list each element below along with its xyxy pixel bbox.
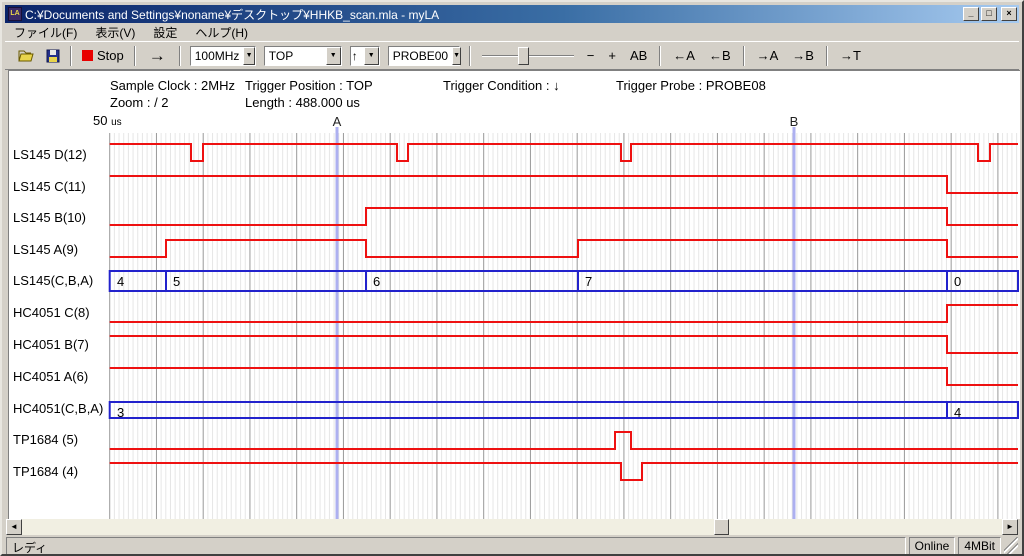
- bus-box: [110, 402, 1018, 418]
- trace-5: [110, 305, 1018, 322]
- bus-value: 4: [117, 274, 124, 289]
- chevron-down-icon[interactable]: ▼: [452, 47, 461, 65]
- trace-7: [110, 368, 1018, 385]
- scrollbar-thumb[interactable]: [714, 519, 729, 535]
- trigger-probe-value: PROBE00: [389, 47, 452, 65]
- toolbar-separator: [179, 46, 181, 66]
- open-folder-icon: [18, 49, 36, 63]
- zoom-in-button[interactable]: +: [601, 46, 623, 65]
- sample-clock-select[interactable]: 100MHz ▼: [190, 46, 256, 66]
- save-floppy-icon: [46, 49, 60, 63]
- toolbar-separator: [134, 46, 136, 66]
- marker-b-label: B: [790, 114, 799, 129]
- trigger-probe-select[interactable]: PROBE00 ▼: [388, 46, 460, 66]
- app-window: LA C:¥Documents and Settings¥noname¥デスクト…: [0, 0, 1024, 556]
- scroll-right-icon[interactable]: ►: [1002, 519, 1018, 535]
- trace-2: [110, 208, 1018, 225]
- status-bar: レディ Online 4MBit: [6, 537, 1018, 555]
- resize-grip[interactable]: [1004, 537, 1018, 555]
- bus-value: 3: [117, 405, 124, 420]
- sample-clock-value: 100MHz: [191, 47, 244, 65]
- menu-bar: ファイル(F) 表示(V) 設定 ヘルプ(H): [5, 24, 1019, 40]
- trigger-edge-select[interactable]: ↑ ▼: [350, 46, 380, 66]
- status-ready: レディ: [6, 537, 906, 555]
- menu-file[interactable]: ファイル(F): [5, 23, 86, 42]
- trigger-position-select[interactable]: TOP ▼: [264, 46, 342, 66]
- menu-view[interactable]: 表示(V): [86, 23, 144, 42]
- scroll-left-icon[interactable]: ◄: [6, 519, 22, 535]
- toolbar-separator: [826, 46, 828, 66]
- waveform-view[interactable]: A B 4 5 6 7 0 3 4: [9, 71, 1021, 520]
- toolbar-separator: [743, 46, 745, 66]
- bus-value: 0: [954, 274, 961, 289]
- bus-value: 4: [954, 405, 961, 420]
- trace-0: [110, 144, 1018, 161]
- stop-label: Stop: [97, 48, 124, 63]
- marker-a-label: A: [333, 114, 342, 129]
- zoom-slider[interactable]: [482, 46, 574, 66]
- goto-trigger-button[interactable]: →T: [833, 46, 868, 65]
- set-marker-a-button[interactable]: →A: [750, 46, 786, 65]
- open-button[interactable]: [13, 47, 41, 65]
- chevron-down-icon[interactable]: ▼: [326, 47, 341, 65]
- scrollbar-track[interactable]: [22, 519, 1002, 535]
- stop-icon: [82, 50, 93, 61]
- trace-10: [110, 463, 1018, 480]
- zoom-slider-thumb[interactable]: [518, 47, 529, 65]
- status-online: Online: [909, 537, 956, 555]
- bus-value: 6: [373, 274, 380, 289]
- zoom-out-button[interactable]: −: [580, 46, 602, 65]
- toolbar: Stop → 100MHz ▼ TOP ▼ ↑ ▼ PROBE00 ▼ − + …: [5, 41, 1019, 70]
- toolbar-separator: [70, 46, 72, 66]
- goto-marker-b-button[interactable]: ←B: [702, 46, 738, 65]
- bus-value: 5: [173, 274, 180, 289]
- trace-1: [110, 176, 1018, 193]
- horizontal-scrollbar[interactable]: ◄ ►: [6, 519, 1018, 535]
- caption-buttons: _ □ ×: [963, 7, 1017, 21]
- trace-6: [110, 336, 1018, 353]
- app-icon[interactable]: LA: [8, 7, 22, 21]
- save-button[interactable]: [41, 47, 65, 65]
- trigger-position-value: TOP: [265, 47, 326, 65]
- trigger-edge-value: ↑: [351, 47, 364, 65]
- run-button[interactable]: →: [141, 46, 174, 66]
- trace-3: [110, 240, 1018, 257]
- toolbar-separator: [659, 46, 661, 66]
- menu-help[interactable]: ヘルプ(H): [186, 23, 257, 42]
- minimize-button[interactable]: _: [963, 7, 979, 21]
- trace-9: [110, 432, 1018, 449]
- window-title: C:¥Documents and Settings¥noname¥デスクトップ¥…: [25, 6, 963, 23]
- ab-button[interactable]: AB: [623, 46, 654, 65]
- status-memory: 4MBit: [958, 537, 1001, 555]
- menu-settings[interactable]: 設定: [144, 23, 186, 42]
- chevron-down-icon[interactable]: ▼: [364, 47, 379, 65]
- title-bar: LA C:¥Documents and Settings¥noname¥デスクト…: [5, 5, 1019, 23]
- close-button[interactable]: ×: [1001, 7, 1017, 21]
- chevron-down-icon[interactable]: ▼: [243, 47, 254, 65]
- maximize-button[interactable]: □: [981, 7, 997, 21]
- bus-value: 7: [585, 274, 592, 289]
- goto-marker-a-button[interactable]: ←A: [666, 46, 702, 65]
- bus-box: [110, 271, 1018, 291]
- toolbar-separator: [469, 46, 471, 66]
- set-marker-b-button[interactable]: →B: [785, 46, 821, 65]
- waveform-client-area: Sample Clock : 2MHz Trigger Position : T…: [8, 70, 1020, 519]
- stop-button[interactable]: Stop: [77, 46, 129, 65]
